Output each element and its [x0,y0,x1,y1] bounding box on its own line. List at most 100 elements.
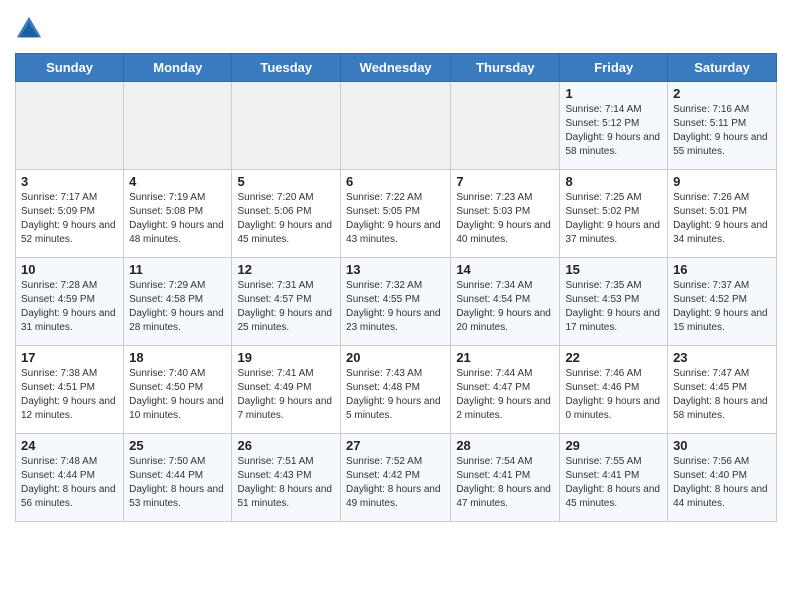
day-number: 10 [21,262,118,277]
day-info: Sunrise: 7:34 AM Sunset: 4:54 PM Dayligh… [456,279,554,335]
calendar-header-saturday: Saturday [668,54,777,82]
day-info: Sunrise: 7:28 AM Sunset: 4:59 PM Dayligh… [21,279,118,335]
calendar-day: 16Sunrise: 7:37 AM Sunset: 4:52 PM Dayli… [668,258,777,346]
day-number: 11 [129,262,226,277]
calendar-day: 21 Sunrise: 7:44 AM Sunset: 4:47 PM Dayli… [451,346,560,434]
day-number: 27 [346,438,445,453]
calendar-day: 13 Sunrise: 7:32 AM Sunset: 4:55 PM Dayli… [341,258,451,346]
day-number: 9 [673,174,771,189]
day-info: Sunrise: 7:25 AM Sunset: 5:02 PM Dayligh… [565,191,662,247]
day-number: 21 [456,350,554,365]
page: SundayMondayTuesdayWednesdayThursdayFrid… [0,0,792,612]
day-number: 4 [129,174,226,189]
day-info: Sunrise: 7:51 AM Sunset: 4:43 PM Dayligh… [237,455,335,511]
calendar-header-friday: Friday [560,54,668,82]
calendar-header-thursday: Thursday [451,54,560,82]
day-number: 6 [346,174,445,189]
day-info: Sunrise: 7:41 AM Sunset: 4:49 PM Dayligh… [237,367,335,423]
day-info: Sunrise: 7:19 AM Sunset: 5:08 PM Dayligh… [129,191,226,247]
calendar-header-wednesday: Wednesday [341,54,451,82]
calendar-day: 26 Sunrise: 7:51 AM Sunset: 4:43 PM Dayli… [232,434,341,522]
calendar-day: 24 Sunrise: 7:48 AM Sunset: 4:44 PM Dayli… [16,434,124,522]
calendar-day: 4 Sunrise: 7:19 AM Sunset: 5:08 PM Daylig… [124,170,232,258]
day-number: 2 [673,86,771,101]
calendar-day: 27 Sunrise: 7:52 AM Sunset: 4:42 PM Dayli… [341,434,451,522]
calendar-week-row: 3 Sunrise: 7:17 AM Sunset: 5:09 PM Daylig… [16,170,777,258]
day-info: Sunrise: 7:35 AM Sunset: 4:53 PM Dayligh… [565,279,662,335]
calendar-day: 30 Sunrise: 7:56 AM Sunset: 4:40 PM Dayli… [668,434,777,522]
calendar-day: 11 Sunrise: 7:29 AM Sunset: 4:58 PM Dayli… [124,258,232,346]
calendar-header-tuesday: Tuesday [232,54,341,82]
day-info: Sunrise: 7:52 AM Sunset: 4:42 PM Dayligh… [346,455,445,511]
day-number: 7 [456,174,554,189]
calendar-day [232,82,341,170]
day-info: Sunrise: 7:38 AM Sunset: 4:51 PM Dayligh… [21,367,118,423]
day-number: 14 [456,262,554,277]
logo-icon [15,15,43,43]
calendar-day: 15 Sunrise: 7:35 AM Sunset: 4:53 PM Dayli… [560,258,668,346]
day-info: Sunrise: 7:32 AM Sunset: 4:55 PM Dayligh… [346,279,445,335]
day-number: 25 [129,438,226,453]
day-info: Sunrise: 7:56 AM Sunset: 4:40 PM Dayligh… [673,455,771,511]
day-info: Sunrise: 7:26 AM Sunset: 5:01 PM Dayligh… [673,191,771,247]
day-number: 12 [237,262,335,277]
calendar-day [124,82,232,170]
day-info: Sunrise: 7:40 AM Sunset: 4:50 PM Dayligh… [129,367,226,423]
calendar-day: 12 Sunrise: 7:31 AM Sunset: 4:57 PM Dayli… [232,258,341,346]
calendar-day [16,82,124,170]
day-info: Sunrise: 7:17 AM Sunset: 5:09 PM Dayligh… [21,191,118,247]
day-number: 30 [673,438,771,453]
day-number: 15 [565,262,662,277]
calendar-day: 9 Sunrise: 7:26 AM Sunset: 5:01 PM Daylig… [668,170,777,258]
day-info: Sunrise: 7:29 AM Sunset: 4:58 PM Dayligh… [129,279,226,335]
day-number: 28 [456,438,554,453]
calendar-day: 1 Sunrise: 7:14 AM Sunset: 5:12 PM Daylig… [560,82,668,170]
day-number: 16 [673,262,771,277]
day-info: Sunrise: 7:47 AM Sunset: 4:45 PM Dayligh… [673,367,771,423]
calendar-day: 17 Sunrise: 7:38 AM Sunset: 4:51 PM Dayli… [16,346,124,434]
day-info: Sunrise: 7:16 AM Sunset: 5:11 PM Dayligh… [673,103,771,159]
calendar-day: 3 Sunrise: 7:17 AM Sunset: 5:09 PM Daylig… [16,170,124,258]
day-info: Sunrise: 7:46 AM Sunset: 4:46 PM Dayligh… [565,367,662,423]
calendar-day: 22 Sunrise: 7:46 AM Sunset: 4:46 PM Dayli… [560,346,668,434]
calendar-day: 7Sunrise: 7:23 AM Sunset: 5:03 PM Daylig… [451,170,560,258]
calendar-day: 10 Sunrise: 7:28 AM Sunset: 4:59 PM Dayli… [16,258,124,346]
calendar-day: 25 Sunrise: 7:50 AM Sunset: 4:44 PM Dayli… [124,434,232,522]
calendar-day [341,82,451,170]
day-number: 18 [129,350,226,365]
day-number: 1 [565,86,662,101]
day-info: Sunrise: 7:50 AM Sunset: 4:44 PM Dayligh… [129,455,226,511]
day-number: 3 [21,174,118,189]
calendar-header-monday: Monday [124,54,232,82]
day-number: 13 [346,262,445,277]
day-number: 8 [565,174,662,189]
day-number: 23 [673,350,771,365]
day-number: 29 [565,438,662,453]
day-info: Sunrise: 7:20 AM Sunset: 5:06 PM Dayligh… [237,191,335,247]
day-info: Sunrise: 7:31 AM Sunset: 4:57 PM Dayligh… [237,279,335,335]
day-number: 17 [21,350,118,365]
calendar-day [451,82,560,170]
calendar-header-row: SundayMondayTuesdayWednesdayThursdayFrid… [16,54,777,82]
day-info: Sunrise: 7:48 AM Sunset: 4:44 PM Dayligh… [21,455,118,511]
calendar-week-row: 1 Sunrise: 7:14 AM Sunset: 5:12 PM Daylig… [16,82,777,170]
calendar-day: 6Sunrise: 7:22 AM Sunset: 5:05 PM Daylig… [341,170,451,258]
calendar-week-row: 17 Sunrise: 7:38 AM Sunset: 4:51 PM Dayli… [16,346,777,434]
day-info: Sunrise: 7:44 AM Sunset: 4:47 PM Dayligh… [456,367,554,423]
day-info: Sunrise: 7:55 AM Sunset: 4:41 PM Dayligh… [565,455,662,511]
calendar-header-sunday: Sunday [16,54,124,82]
calendar-day: 19Sunrise: 7:41 AM Sunset: 4:49 PM Dayli… [232,346,341,434]
day-number: 24 [21,438,118,453]
calendar-day: 5Sunrise: 7:20 AM Sunset: 5:06 PM Daylig… [232,170,341,258]
calendar-day: 18 Sunrise: 7:40 AM Sunset: 4:50 PM Dayli… [124,346,232,434]
day-number: 20 [346,350,445,365]
calendar-day: 14 Sunrise: 7:34 AM Sunset: 4:54 PM Dayli… [451,258,560,346]
calendar-day: 23 Sunrise: 7:47 AM Sunset: 4:45 PM Dayli… [668,346,777,434]
day-info: Sunrise: 7:14 AM Sunset: 5:12 PM Dayligh… [565,103,662,159]
day-info: Sunrise: 7:54 AM Sunset: 4:41 PM Dayligh… [456,455,554,511]
calendar-day: 8 Sunrise: 7:25 AM Sunset: 5:02 PM Daylig… [560,170,668,258]
calendar-day: 29 Sunrise: 7:55 AM Sunset: 4:41 PM Dayli… [560,434,668,522]
header [15,15,777,43]
day-number: 22 [565,350,662,365]
day-number: 26 [237,438,335,453]
